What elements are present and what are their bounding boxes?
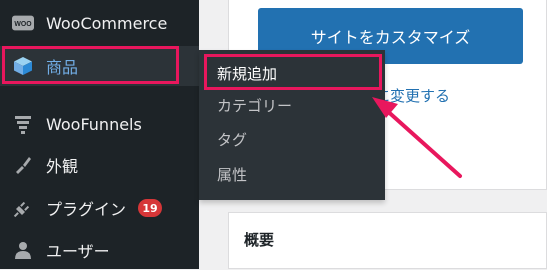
submenu-item-categories[interactable]: カテゴリー: [217, 95, 292, 116]
sidebar-item-users[interactable]: ユーザー: [0, 230, 199, 270]
svg-text:WOO: WOO: [14, 21, 32, 28]
paintbrush-icon: [12, 154, 34, 176]
sidebar-item-label: 商品: [46, 58, 79, 77]
user-icon: [12, 239, 34, 261]
sidebar-item-products[interactable]: 商品: [0, 46, 199, 86]
cube-icon: [12, 55, 34, 77]
admin-sidebar: WOO WooCommerce 商品 WooFunnels 外観 プラグイン 1…: [0, 0, 199, 269]
sidebar-item-woofunnels[interactable]: WooFunnels: [0, 104, 199, 144]
submenu-item-attributes[interactable]: 属性: [217, 164, 247, 185]
products-submenu: 新規追加 カテゴリー タグ 属性: [199, 50, 385, 200]
submenu-item-add-new[interactable]: 新規追加: [217, 63, 277, 84]
sidebar-item-label: 外観: [46, 157, 79, 176]
sidebar-item-plugins[interactable]: プラグイン 19: [0, 188, 199, 228]
sidebar-item-appearance[interactable]: 外観: [0, 145, 199, 185]
funnel-icon: [12, 113, 34, 135]
overview-title: 概要: [244, 231, 275, 249]
sidebar-item-woocommerce[interactable]: WOO WooCommerce: [0, 3, 199, 43]
sidebar-item-label: ユーザー: [46, 242, 110, 261]
sidebar-item-label: WooCommerce: [46, 13, 168, 33]
woo-icon: WOO: [12, 12, 34, 34]
plug-icon: [12, 197, 34, 219]
overview-widget: [228, 212, 547, 269]
submenu-item-tags[interactable]: タグ: [217, 129, 247, 150]
sidebar-item-label: WooFunnels: [46, 114, 142, 134]
sidebar-item-label: プラグイン: [46, 200, 127, 219]
update-count-badge: 19: [138, 199, 162, 217]
